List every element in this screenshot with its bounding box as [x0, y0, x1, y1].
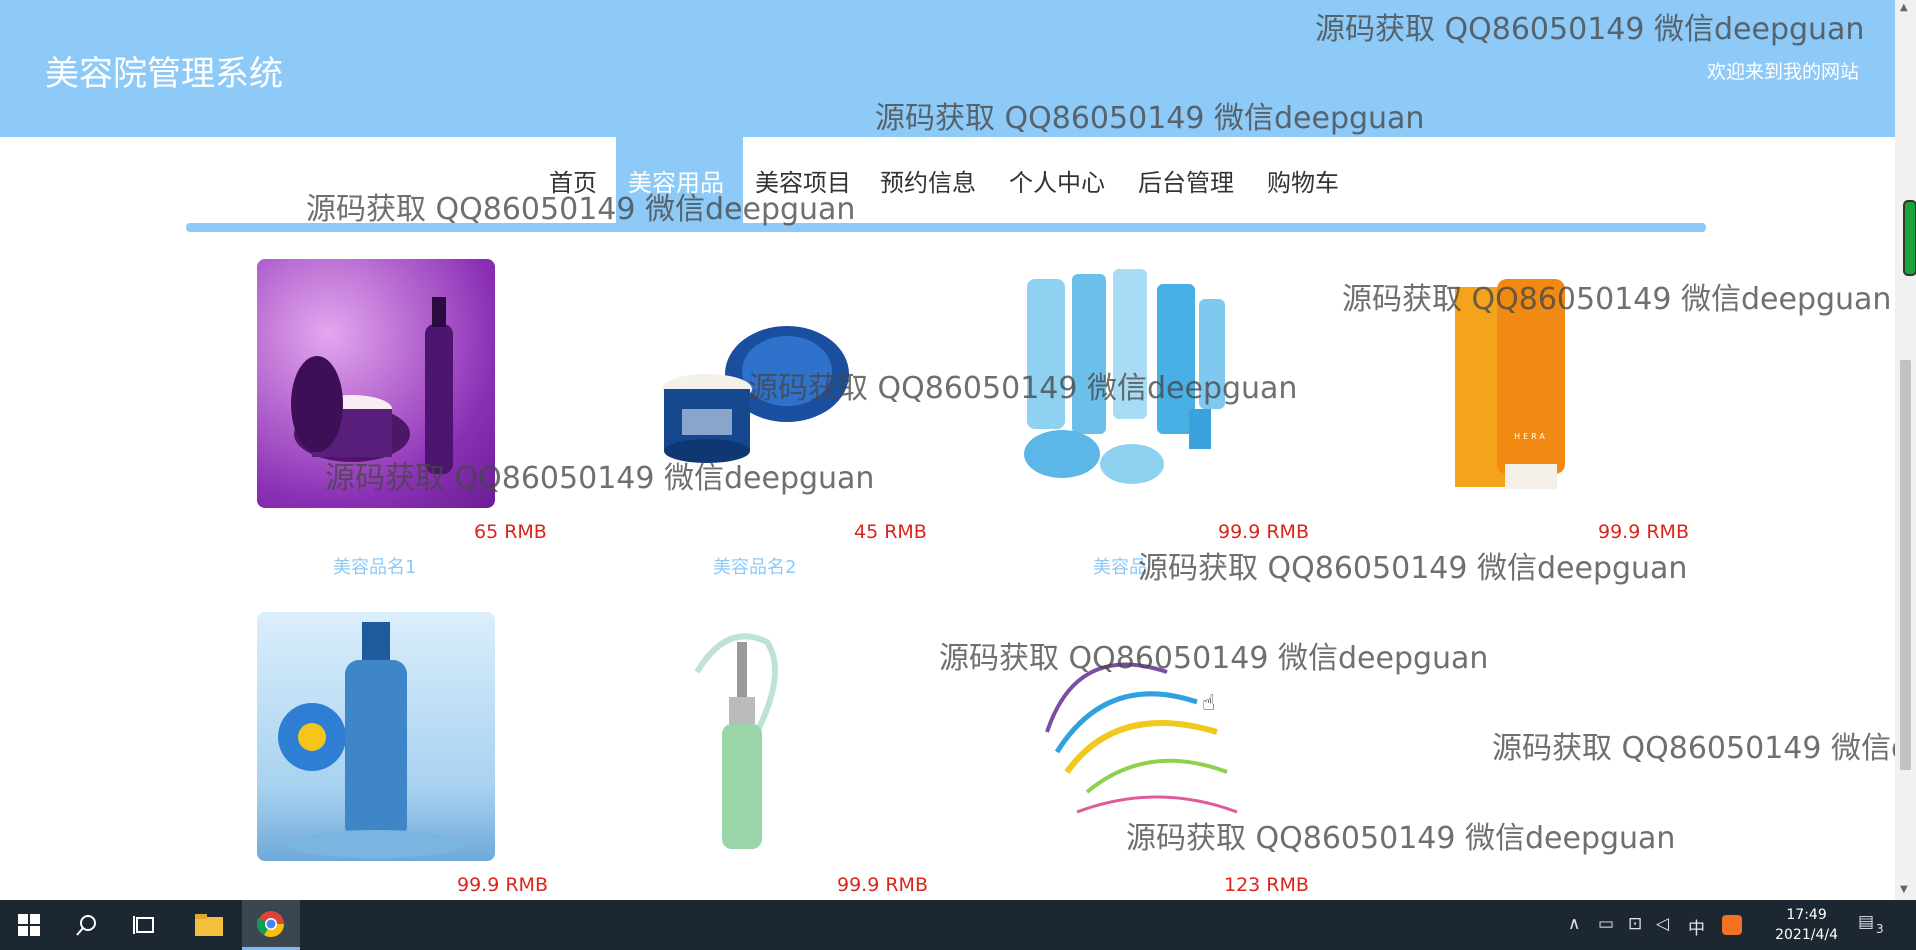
nav-beauty-services[interactable]: 美容项目 — [755, 163, 851, 198]
hand-cursor-icon: ☝ — [1202, 691, 1216, 716]
product-name-2[interactable]: 美容品名2 — [713, 553, 796, 579]
clock[interactable]: 17:49 2021/4/4 — [1775, 905, 1838, 945]
file-explorer-icon[interactable] — [180, 900, 238, 950]
site-title[interactable]: 美容院管理系统 — [45, 46, 283, 95]
scroll-down-icon[interactable]: ▼ — [1900, 884, 1908, 895]
nav-cart[interactable]: 购物车 — [1267, 163, 1339, 198]
product-photo-6 — [694, 633, 778, 849]
product-photo-3 — [1024, 269, 1225, 484]
product-image-5[interactable] — [257, 612, 495, 861]
nav-personal-center[interactable]: 个人中心 — [1009, 163, 1105, 198]
product-name-3[interactable]: 美容品 — [1093, 553, 1147, 579]
header: 美容院管理系统 欢迎来到我的网站 — [0, 0, 1895, 137]
product-price-6: 99.9 RMB — [837, 874, 928, 896]
product-photo-2 — [662, 326, 849, 463]
watermark-text: 源码获取 QQ86050149 微信deepguan — [1138, 551, 1688, 586]
nav-admin[interactable]: 后台管理 — [1138, 163, 1234, 198]
product-image-1[interactable] — [257, 259, 495, 508]
product-price-5: 99.9 RMB — [457, 874, 548, 896]
clock-date: 2021/4/4 — [1775, 927, 1838, 943]
main-nav: 首页 美容用品 美容项目 预约信息 个人中心 后台管理 购物车 — [0, 137, 1895, 225]
nav-appointments[interactable]: 预约信息 — [880, 163, 976, 198]
volume-icon[interactable]: ◁ — [1656, 914, 1669, 934]
product-price-1: 65 RMB — [474, 521, 547, 543]
nav-underline-bar — [186, 223, 1706, 232]
product-image-3[interactable] — [1017, 259, 1255, 508]
product-photo-7 — [1045, 662, 1238, 814]
product-price-4: 99.9 RMB — [1598, 521, 1689, 543]
scrollbar-thumb[interactable] — [1900, 360, 1911, 770]
product-price-2: 45 RMB — [854, 521, 927, 543]
svg-text:HERA: HERA — [1514, 432, 1548, 441]
product-price-7: 123 RMB — [1224, 874, 1309, 896]
nav-beauty-products[interactable]: 美容用品 — [628, 163, 724, 198]
vertical-scrollbar[interactable]: ▲ ▼ — [1895, 0, 1916, 900]
product-photo-4: HERA — [1455, 279, 1565, 489]
sogou-icon[interactable] — [1722, 915, 1742, 935]
clock-time: 17:49 — [1786, 907, 1827, 923]
product-photo-5 — [278, 622, 466, 858]
side-indicator — [1903, 200, 1916, 276]
ime-indicator[interactable]: 中 — [1688, 914, 1705, 939]
welcome-text: 欢迎来到我的网站 — [1706, 61, 1859, 83]
product-image-4[interactable]: HERA — [1397, 259, 1635, 508]
product-image-2[interactable] — [637, 259, 875, 508]
product-image-7[interactable] — [1017, 612, 1255, 861]
tray-chevron-icon[interactable]: ∧ — [1568, 914, 1580, 934]
notification-icon[interactable]: ▤ — [1858, 912, 1874, 932]
network-icon[interactable]: ⊡ — [1628, 914, 1642, 934]
nav-home[interactable]: 首页 — [549, 163, 597, 198]
page: 美容院管理系统 欢迎来到我的网站 首页 美容用品 美容项目 预约信息 个人中心 … — [0, 0, 1895, 900]
chrome-icon[interactable] — [242, 900, 300, 950]
product-name-1[interactable]: 美容品名1 — [333, 553, 416, 579]
scroll-up-icon[interactable]: ▲ — [1900, 2, 1908, 13]
product-photo-1 — [291, 297, 453, 474]
product-image-6[interactable] — [637, 612, 875, 861]
battery-icon[interactable]: ▭ — [1598, 914, 1614, 934]
watermark-text: 源码获取 QQ86050149 微信deepguan — [1492, 731, 1895, 766]
taskbar: ∧ ▭ ⊡ ◁ 中 17:49 2021/4/4 ▤ 3 — [0, 900, 1916, 950]
windows-start-icon[interactable] — [0, 900, 58, 950]
product-price-3: 99.9 RMB — [1218, 521, 1309, 543]
task-view-icon[interactable] — [116, 900, 174, 950]
notification-count: 3 — [1876, 922, 1884, 936]
search-icon[interactable] — [58, 900, 116, 950]
